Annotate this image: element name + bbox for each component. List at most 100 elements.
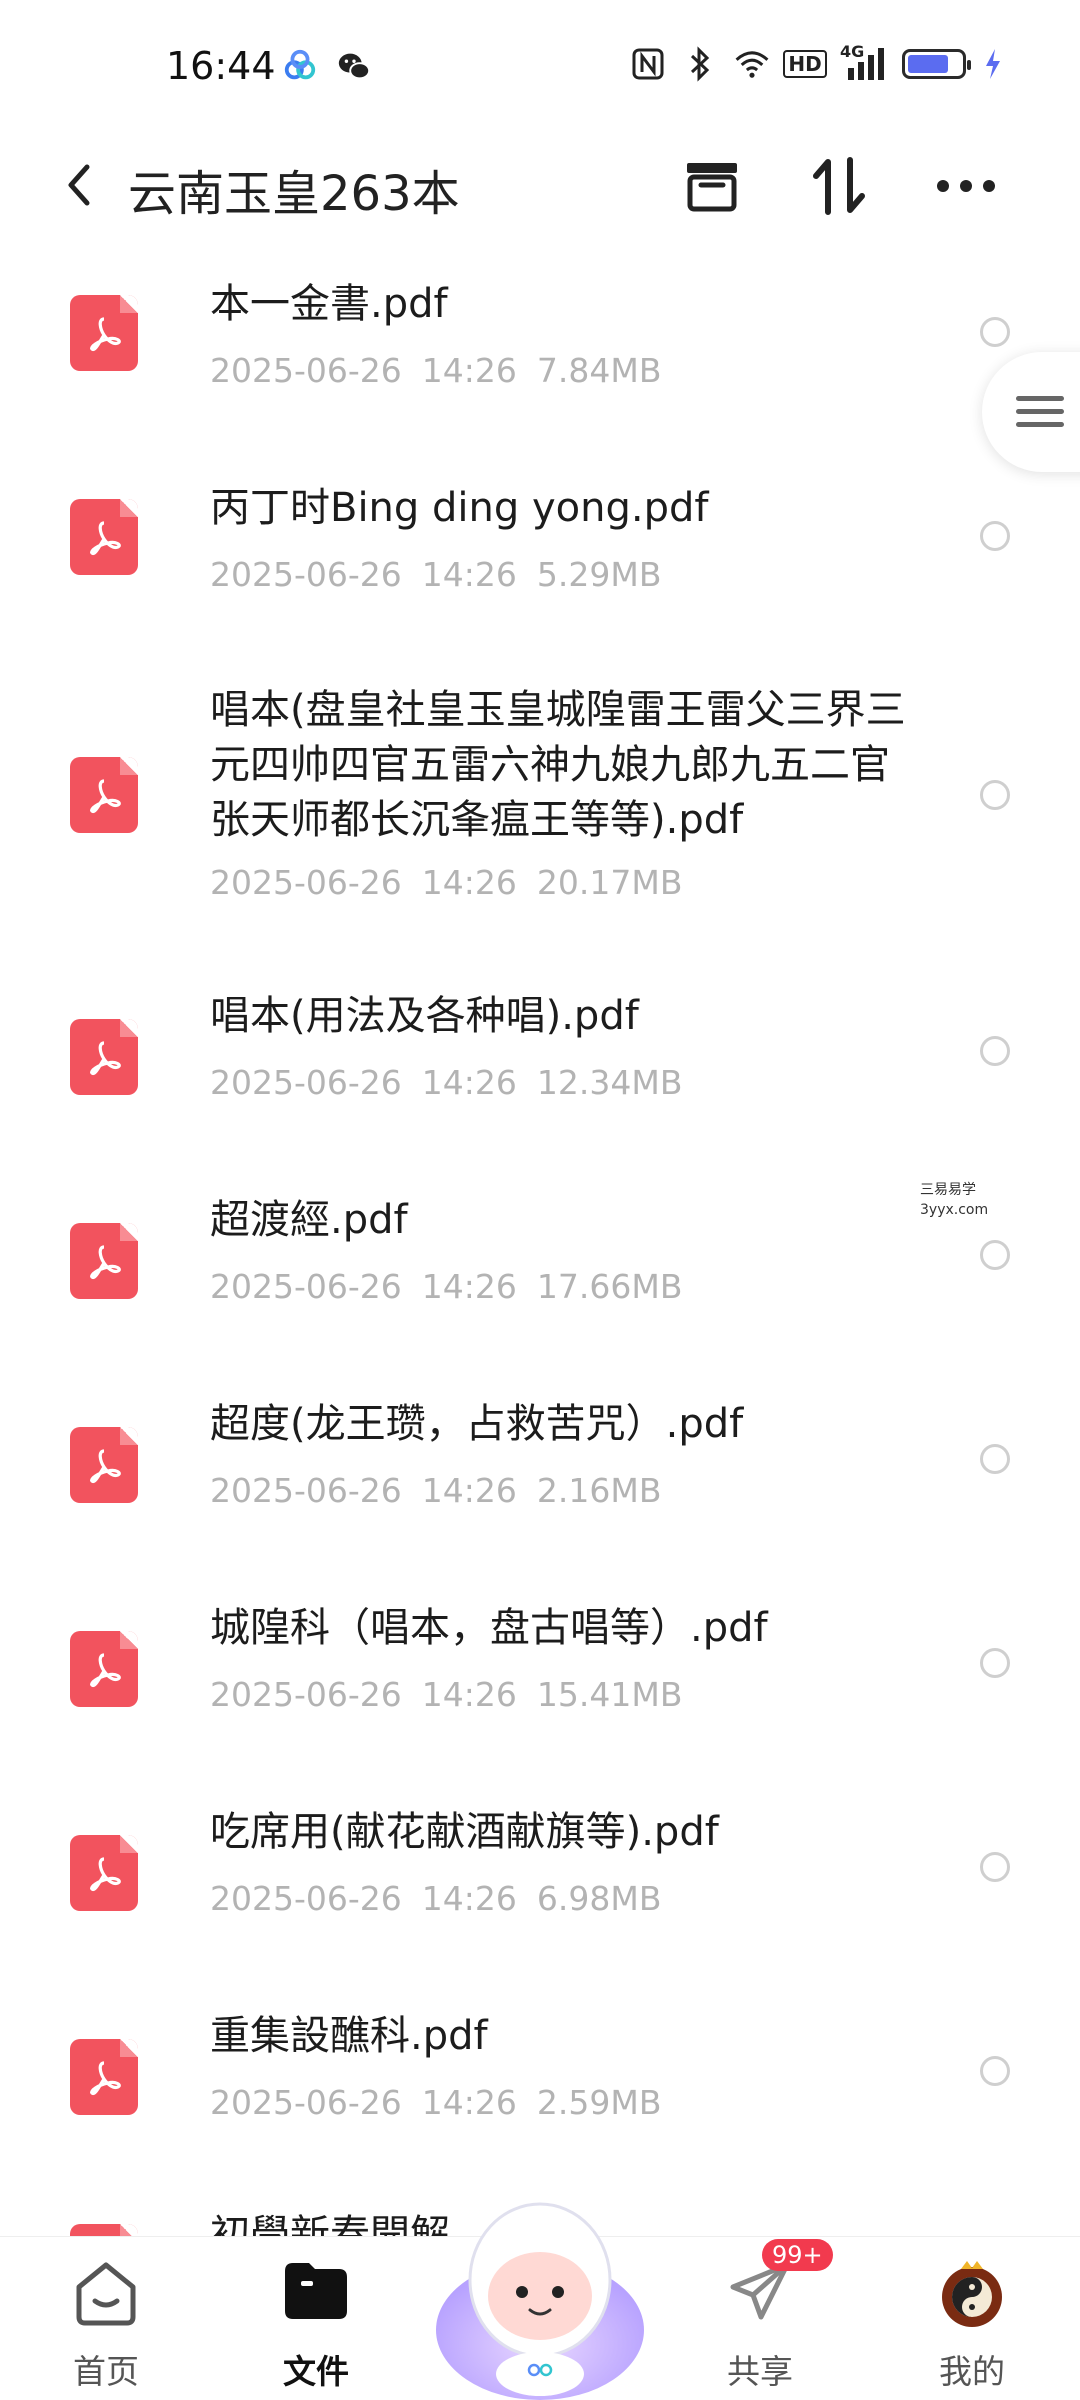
file-row[interactable]: 唱本(用法及各种唱).pdf 2025-06-26 14:26 12.34MB xyxy=(0,975,1080,1179)
pdf-file-icon xyxy=(70,2224,138,2242)
charging-icon xyxy=(982,46,1004,82)
pdf-file-icon xyxy=(70,757,138,833)
back-arrow-icon xyxy=(68,164,90,206)
file-meta: 2025-06-26 14:26 12.34MB xyxy=(210,1063,702,1102)
archive-icon xyxy=(687,163,737,212)
file-row[interactable]: 本一金書.pdf 2025-06-26 14:26 7.84MB xyxy=(0,255,1080,459)
pdf-file-icon xyxy=(70,1631,138,1707)
file-time: 14:26 xyxy=(421,863,517,902)
sort-button[interactable] xyxy=(800,146,880,226)
file-meta: 2025-06-26 14:26 2.59MB xyxy=(210,2083,681,2122)
file-row[interactable]: 重集設醮科.pdf 2025-06-26 14:26 2.59MB xyxy=(0,1995,1080,2199)
file-date: 2025-06-26 xyxy=(210,1879,402,1918)
file-date: 2025-06-26 xyxy=(210,1675,402,1714)
file-meta: 2025-06-26 14:26 20.17MB xyxy=(210,863,702,902)
cloud-app-icon xyxy=(282,48,318,84)
file-meta: 2025-06-26 14:26 5.29MB xyxy=(210,555,681,594)
file-row[interactable]: 吃席用(献花献酒献旗等).pdf 2025-06-26 14:26 6.98MB xyxy=(0,1791,1080,1995)
wifi-icon xyxy=(734,46,770,82)
file-name: 吃席用(献花献酒献旗等).pdf xyxy=(210,1809,719,1855)
select-checkbox[interactable] xyxy=(980,1444,1010,1474)
file-size: 6.98MB xyxy=(536,1879,662,1918)
status-bar: 16:44 HD 4G xyxy=(0,0,1080,130)
mascot-icon xyxy=(436,2202,644,2400)
file-row[interactable]: 超渡經.pdf 2025-06-26 14:26 17.66MB xyxy=(0,1179,1080,1383)
nav-files[interactable]: 文件 xyxy=(236,2237,396,2400)
watermark: 三易易学 3yyx.com xyxy=(920,1180,988,1220)
file-meta: 2025-06-26 14:26 7.84MB xyxy=(210,351,681,390)
screen: 16:44 HD 4G 云南玉皇263本 本一金書.pdf 2025-06-26… xyxy=(0,0,1080,2400)
pdf-file-icon xyxy=(70,499,138,575)
network-label: 4G xyxy=(840,42,865,61)
file-size: 2.16MB xyxy=(536,1471,662,1510)
file-size: 20.17MB xyxy=(536,863,683,902)
select-checkbox[interactable] xyxy=(980,1852,1010,1882)
signal-icon: 4G xyxy=(840,42,886,82)
sort-icon xyxy=(813,157,865,215)
select-checkbox[interactable] xyxy=(980,2056,1010,2086)
file-name: 城隍科（唱本，盘古唱等）.pdf xyxy=(210,1605,768,1651)
file-size: 2.59MB xyxy=(536,2083,662,2122)
file-time: 14:26 xyxy=(421,1063,517,1102)
nav-profile-label: 我的 xyxy=(939,2352,1005,2391)
status-app-icons xyxy=(282,48,372,84)
select-checkbox[interactable] xyxy=(980,1240,1010,1270)
file-size: 15.41MB xyxy=(536,1675,683,1714)
nav-home-label: 首页 xyxy=(73,2352,139,2391)
nav-profile[interactable]: 我的 xyxy=(892,2237,1052,2400)
nav-files-label: 文件 xyxy=(283,2352,349,2391)
page-title: 云南玉皇263本 xyxy=(128,166,460,222)
file-row[interactable]: 超度(龙王瓒，占救苦咒）.pdf 2025-06-26 14:26 2.16MB xyxy=(0,1383,1080,1587)
more-icon xyxy=(937,180,995,192)
file-row[interactable]: 丙丁时Bing ding yong.pdf 2025-06-26 14:26 5.2… xyxy=(0,459,1080,663)
file-time: 14:26 xyxy=(421,2083,517,2122)
file-date: 2025-06-26 xyxy=(210,1063,402,1102)
file-name: 重集設醮科.pdf xyxy=(210,2013,488,2059)
file-date: 2025-06-26 xyxy=(210,863,402,902)
file-size: 7.84MB xyxy=(536,351,662,390)
file-row[interactable]: 城隍科（唱本，盘古唱等）.pdf 2025-06-26 14:26 15.41MB xyxy=(0,1587,1080,1791)
file-meta: 2025-06-26 14:26 6.98MB xyxy=(210,1879,681,1918)
file-date: 2025-06-26 xyxy=(210,555,402,594)
file-name: 超度(龙王瓒，占救苦咒）.pdf xyxy=(210,1401,744,1447)
file-size: 12.34MB xyxy=(536,1063,683,1102)
back-button[interactable] xyxy=(48,155,108,215)
select-checkbox[interactable] xyxy=(980,317,1010,347)
file-name: 超渡經.pdf xyxy=(210,1197,408,1243)
share-badge: 99+ xyxy=(762,2239,833,2271)
watermark-line2: 3yyx.com xyxy=(920,1202,989,1218)
file-name: 唱本(用法及各种唱).pdf xyxy=(210,993,639,1039)
file-name: 丙丁时Bing ding yong.pdf xyxy=(210,485,709,531)
status-time: 16:44 xyxy=(166,44,276,88)
file-size: 17.66MB xyxy=(536,1267,683,1306)
select-checkbox[interactable] xyxy=(980,521,1010,551)
file-time: 14:26 xyxy=(421,1267,517,1306)
battery-icon xyxy=(902,49,971,79)
bluetooth-icon xyxy=(682,46,718,82)
profile-icon xyxy=(942,2261,1002,2327)
file-meta: 2025-06-26 14:26 15.41MB xyxy=(210,1675,702,1714)
status-indicators: HD 4G xyxy=(630,42,1004,82)
more-options-button[interactable] xyxy=(926,146,1006,226)
file-date: 2025-06-26 xyxy=(210,351,402,390)
assistant-mascot-button[interactable] xyxy=(430,2180,650,2400)
nav-home[interactable]: 首页 xyxy=(26,2237,186,2400)
file-meta: 2025-06-26 14:26 17.66MB xyxy=(210,1267,702,1306)
nav-share[interactable]: 99+ 共享 xyxy=(680,2237,840,2400)
file-time: 14:26 xyxy=(421,555,517,594)
select-checkbox[interactable] xyxy=(980,780,1010,810)
select-checkbox[interactable] xyxy=(980,1648,1010,1678)
archive-button[interactable] xyxy=(672,146,752,226)
select-checkbox[interactable] xyxy=(980,1036,1010,1066)
file-time: 14:26 xyxy=(421,1471,517,1510)
hd-icon: HD xyxy=(783,46,827,82)
file-size: 5.29MB xyxy=(536,555,662,594)
file-date: 2025-06-26 xyxy=(210,1471,402,1510)
file-name: 本一金書.pdf xyxy=(210,281,448,327)
file-row[interactable]: 唱本(盘皇社皇玉皇城隍雷王雷父三界三元四帅四官五雷六神九娘九郎九五二官张天师都长… xyxy=(0,663,1080,975)
pdf-file-icon xyxy=(70,295,138,371)
pdf-file-icon xyxy=(70,1223,138,1299)
pdf-file-icon xyxy=(70,1835,138,1911)
file-time: 14:26 xyxy=(421,1675,517,1714)
file-date: 2025-06-26 xyxy=(210,2083,402,2122)
